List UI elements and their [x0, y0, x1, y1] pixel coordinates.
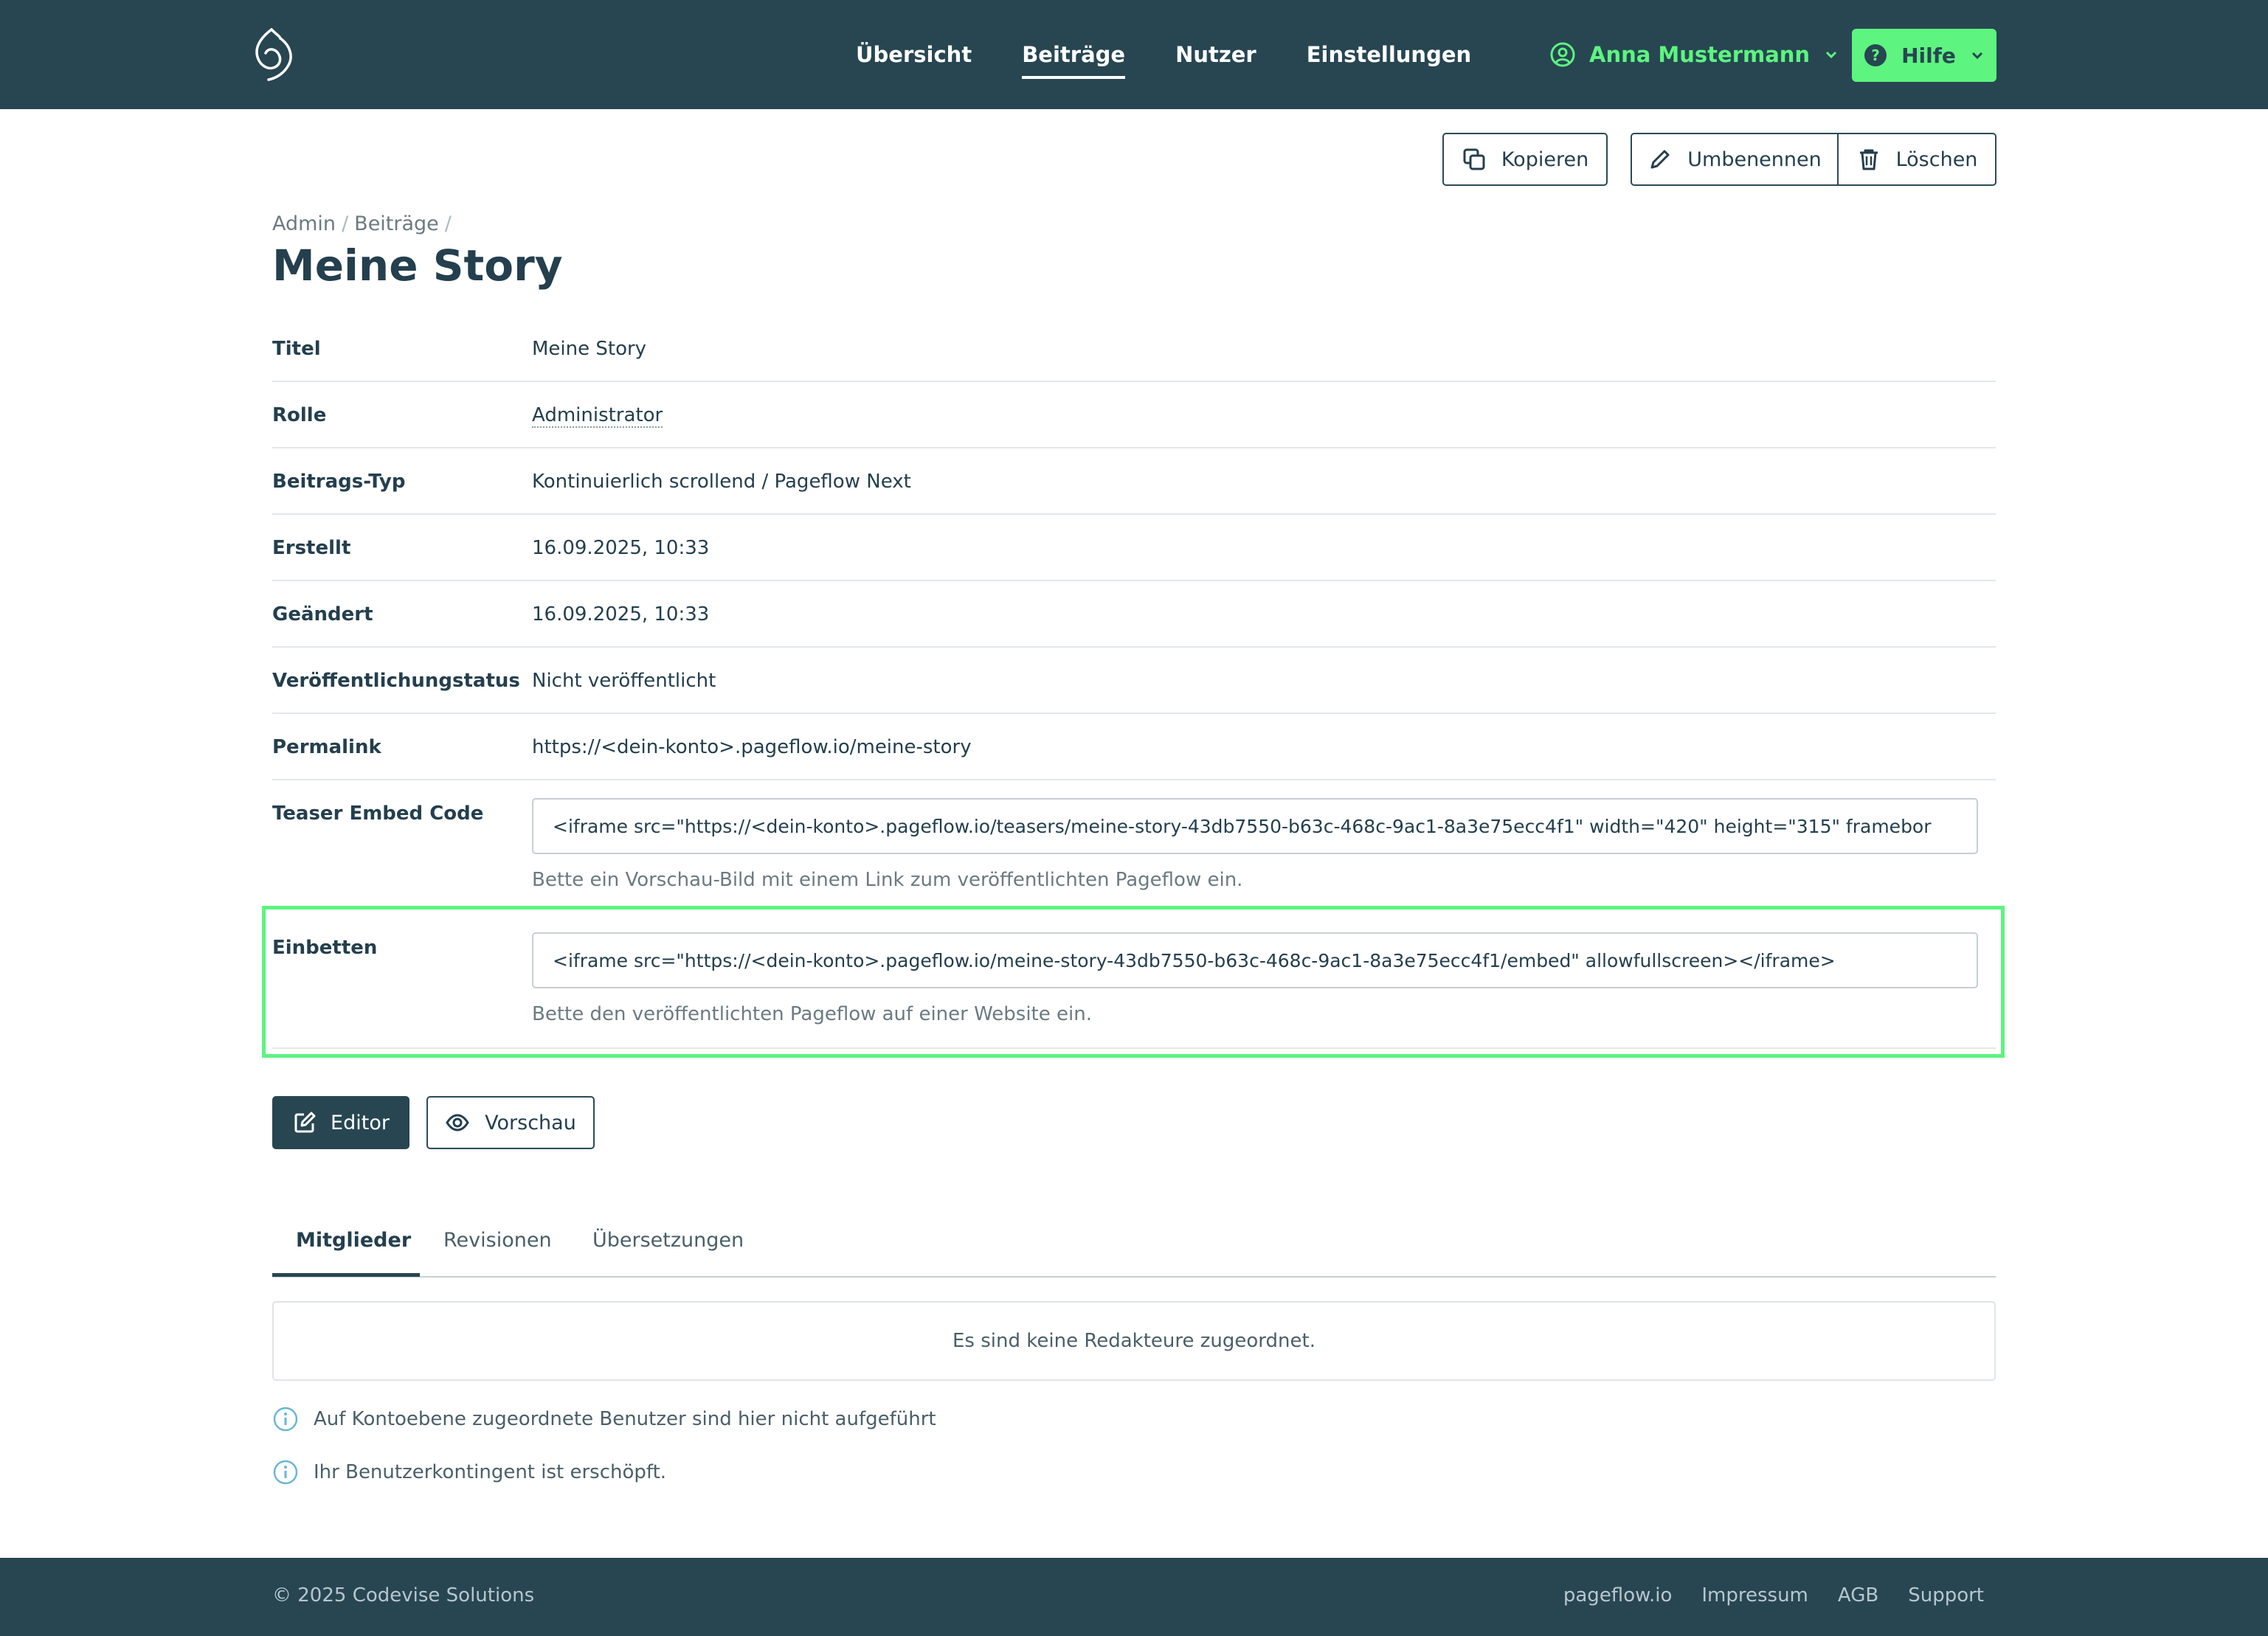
detail-label: Geändert [272, 603, 373, 625]
detail-row-type: Beitrags-Typ Kontinuierlich scrollend / … [272, 448, 1996, 515]
detail-row-permalink: Permalink https://<dein-konto>.pageflow.… [272, 714, 1996, 780]
detail-value: Kontinuierlich scrollend / Pageflow Next [532, 471, 911, 493]
copyright: © 2025 Codevise Solutions [272, 1584, 535, 1606]
editor-label: Editor [331, 1111, 390, 1134]
teaser-embed-code-field[interactable]: <iframe src="https://<dein-konto>.pagefl… [532, 798, 1978, 854]
tab-bar: Mitglieder Revisionen Übersetzungen [272, 1219, 1996, 1278]
detail-row-role: Rolle Administrator [272, 382, 1996, 448]
preview-label: Vorschau [485, 1111, 576, 1134]
detail-label: Rolle [272, 404, 327, 426]
tab-revisionen[interactable]: Revisionen [443, 1229, 552, 1252]
main-nav: Übersicht Beiträge Nutzer Einstellungen [856, 0, 1521, 109]
pageflow-logo-icon[interactable] [249, 25, 297, 84]
edit-icon [294, 1112, 316, 1133]
rename-label: Umbenennen [1687, 148, 1822, 171]
detail-value: Nicht veröffentlicht [532, 670, 716, 692]
user-name: Anna Mustermann [1589, 42, 1811, 67]
info-icon [273, 1460, 298, 1485]
copy-label: Kopieren [1501, 148, 1589, 171]
detail-label: Veröffentlichungstatus [272, 670, 520, 692]
detail-row-title: Titel Meine Story [272, 329, 1996, 382]
rename-button[interactable]: Umbenennen [1632, 134, 1839, 184]
detail-value: 16.09.2025, 10:33 [532, 603, 710, 625]
user-circle-icon [1550, 42, 1575, 67]
info-icon [273, 1407, 298, 1432]
delete-label: Löschen [1895, 148, 1978, 171]
detail-label: Teaser Embed Code [272, 803, 484, 825]
footer: © 2025 Codevise Solutions pageflow.io Im… [0, 1558, 2268, 1636]
footer-link-pageflow[interactable]: pageflow.io [1563, 1584, 1673, 1606]
info-message: Ihr Benutzerkontingent ist erschöpft. [272, 1459, 666, 1486]
chevron-down-icon [1971, 52, 1982, 60]
tab-uebersetzungen[interactable]: Übersetzungen [592, 1229, 744, 1252]
user-menu[interactable]: Anna Mustermann [1549, 37, 1839, 72]
editor-button[interactable]: Editor [272, 1096, 409, 1149]
eye-icon [446, 1114, 469, 1131]
detail-value: Meine Story [532, 338, 647, 360]
breadcrumb-admin[interactable]: Admin [272, 212, 336, 235]
detail-row-changed: Geändert 16.09.2025, 10:33 [272, 581, 1996, 648]
question-circle-icon: ? [1864, 44, 1887, 66]
delete-button[interactable]: Löschen [1839, 134, 1995, 184]
info-text: Auf Kontoebene zugeordnete Benutzer sind… [314, 1408, 936, 1430]
breadcrumb-beitraege[interactable]: Beiträge [354, 212, 439, 235]
detail-row-status: Veröffentlichungstatus Nicht veröffentli… [272, 648, 1996, 714]
footer-links: pageflow.io Impressum AGB Support [1534, 1584, 1984, 1606]
detail-label: Titel [272, 338, 321, 360]
teaser-hint: Bette ein Vorschau-Bild mit einem Link z… [532, 869, 1243, 891]
detail-row-created: Erstellt 16.09.2025, 10:33 [272, 515, 1996, 581]
footer-link-support[interactable]: Support [1908, 1584, 1984, 1606]
copy-icon [1463, 148, 1485, 170]
detail-label: Erstellt [272, 537, 351, 559]
svg-text:?: ? [1871, 46, 1880, 64]
detail-label: Beitrags-Typ [272, 471, 406, 493]
nav-item-nutzer[interactable]: Nutzer [1175, 42, 1256, 67]
trash-icon [1859, 149, 1878, 170]
help-label: Hilfe [1901, 43, 1956, 68]
page-title: Meine Story [272, 240, 563, 291]
detail-label: Permalink [272, 736, 381, 758]
top-navigation-bar: Übersicht Beiträge Nutzer Einstellungen … [0, 0, 2268, 109]
detail-row-teaser: Teaser Embed Code <iframe src="https://<… [272, 780, 1996, 915]
permalink-value: https://<dein-konto>.pageflow.io/meine-s… [532, 736, 972, 758]
nav-item-einstellungen[interactable]: Einstellungen [1307, 42, 1471, 67]
chevron-down-icon [1826, 51, 1837, 59]
members-empty-state: Es sind keine Redakteure zugeordnet. [272, 1301, 1996, 1381]
role-link[interactable]: Administrator [532, 404, 663, 428]
help-button[interactable]: ? Hilfe [1852, 29, 1996, 82]
tab-mitglieder[interactable]: Mitglieder [296, 1229, 411, 1252]
rename-delete-button-group: Umbenennen Löschen [1631, 133, 1996, 186]
breadcrumb: Admin / Beiträge / [272, 212, 452, 235]
footer-link-impressum[interactable]: Impressum [1701, 1584, 1808, 1606]
nav-item-beitraege[interactable]: Beiträge [1022, 42, 1125, 79]
preview-button[interactable]: Vorschau [426, 1096, 595, 1149]
footer-link-agb[interactable]: AGB [1838, 1584, 1878, 1606]
detail-value: 16.09.2025, 10:33 [532, 537, 710, 559]
highlight-frame [262, 906, 2005, 1058]
pencil-icon [1650, 150, 1670, 169]
nav-item-uebersicht[interactable]: Übersicht [856, 42, 972, 67]
info-text: Ihr Benutzerkontingent ist erschöpft. [314, 1461, 667, 1483]
copy-button[interactable]: Kopieren [1442, 133, 1608, 186]
active-tab-indicator [272, 1273, 420, 1277]
info-message: Auf Kontoebene zugeordnete Benutzer sind… [272, 1406, 936, 1432]
